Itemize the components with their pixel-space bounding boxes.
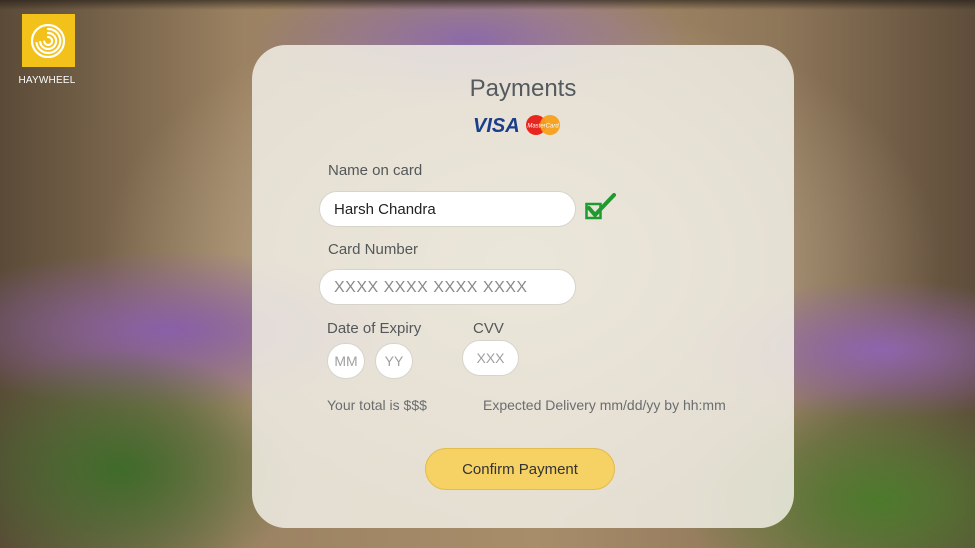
cvv-input[interactable] <box>462 340 519 376</box>
mastercard-logo-icon: MasterCard <box>526 115 560 135</box>
brand-logo[interactable]: HAYWHEEL <box>18 14 76 86</box>
card-number-label: Card Number <box>328 241 419 258</box>
expected-delivery: Expected Delivery mm/dd/yy by hh:mm <box>483 397 726 413</box>
visa-logo-icon: VISA <box>473 115 520 137</box>
svg-text:MasterCard: MasterCard <box>527 124 559 130</box>
expiry-year-input[interactable] <box>375 343 413 379</box>
brand-name: HAYWHEEL <box>18 75 76 86</box>
expiry-label: Date of Expiry <box>327 320 422 337</box>
expiry-month-input[interactable] <box>327 343 365 379</box>
checkmark-icon <box>585 193 617 223</box>
svg-text:VISA: VISA <box>473 115 520 137</box>
page-title: Payments <box>469 75 577 102</box>
card-brand-logos: VISA MasterCard <box>473 113 563 137</box>
spiral-icon <box>21 14 75 67</box>
order-total: Your total is $$$ <box>327 397 427 413</box>
name-on-card-label: Name on card <box>328 162 423 179</box>
name-on-card-input[interactable] <box>319 191 576 227</box>
payment-card: Payments VISA MasterCard Name on card Ca… <box>252 45 794 528</box>
card-number-input[interactable] <box>319 269 576 305</box>
confirm-payment-button[interactable]: Confirm Payment <box>425 448 615 490</box>
cvv-label: CVV <box>473 320 504 337</box>
